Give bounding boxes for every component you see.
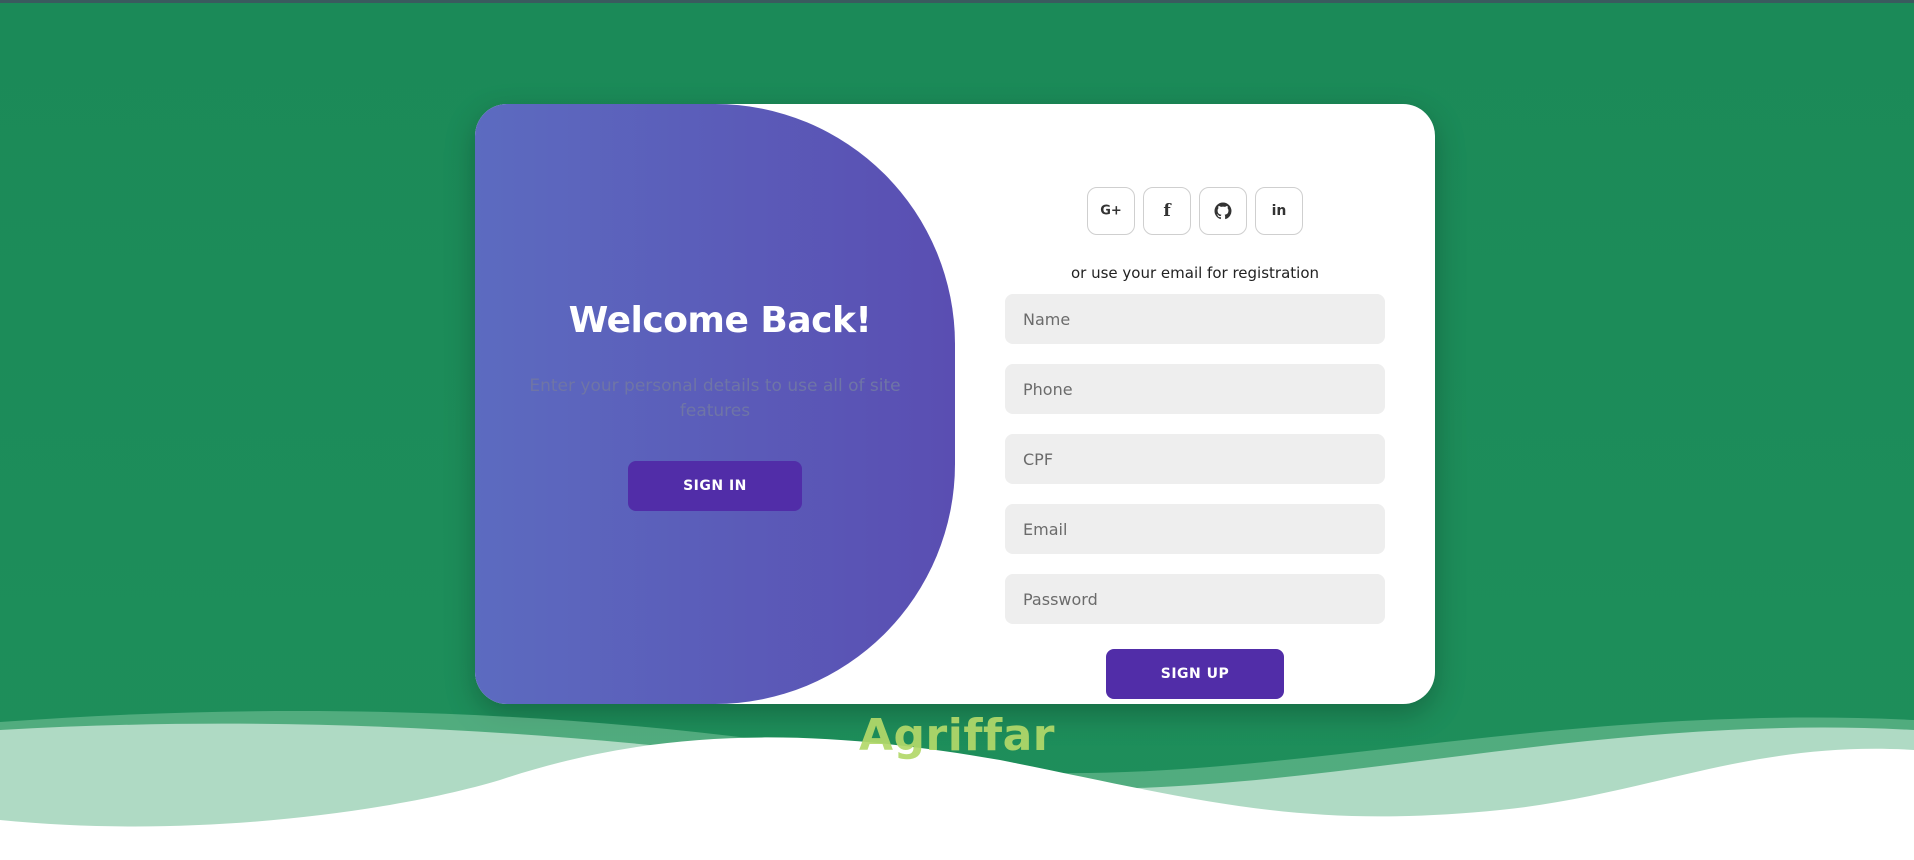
welcome-panel-content: Welcome Back! Enter your personal detail… <box>475 104 955 704</box>
brand-logo-text: Agriffar <box>858 710 1055 761</box>
welcome-panel: Welcome Back! Enter your personal detail… <box>475 104 955 704</box>
google-plus-icon: G+ <box>1100 203 1122 219</box>
sign-up-form: G+ f in or use your email for registrati… <box>955 104 1435 704</box>
email-field[interactable] <box>1005 504 1385 554</box>
facebook-icon: f <box>1163 201 1171 221</box>
welcome-title: Welcome Back! <box>568 300 872 341</box>
name-field[interactable] <box>1005 294 1385 344</box>
registration-hint: or use your email for registration <box>1071 264 1319 282</box>
github-icon <box>1214 202 1232 220</box>
github-button[interactable] <box>1199 187 1247 235</box>
welcome-subtitle: Enter your personal details to use all o… <box>529 376 901 421</box>
sign-up-button[interactable]: SIGN UP <box>1106 649 1284 699</box>
linkedin-icon: in <box>1271 203 1287 219</box>
social-login-row: G+ f in <box>955 187 1435 235</box>
sign-in-button[interactable]: SIGN IN <box>628 461 802 511</box>
auth-card: Welcome Back! Enter your personal detail… <box>475 104 1435 704</box>
top-border <box>0 0 1914 3</box>
facebook-button[interactable]: f <box>1143 187 1191 235</box>
google-plus-button[interactable]: G+ <box>1087 187 1135 235</box>
linkedin-button[interactable]: in <box>1255 187 1303 235</box>
phone-field[interactable] <box>1005 364 1385 414</box>
cpf-field[interactable] <box>1005 434 1385 484</box>
password-field[interactable] <box>1005 574 1385 624</box>
